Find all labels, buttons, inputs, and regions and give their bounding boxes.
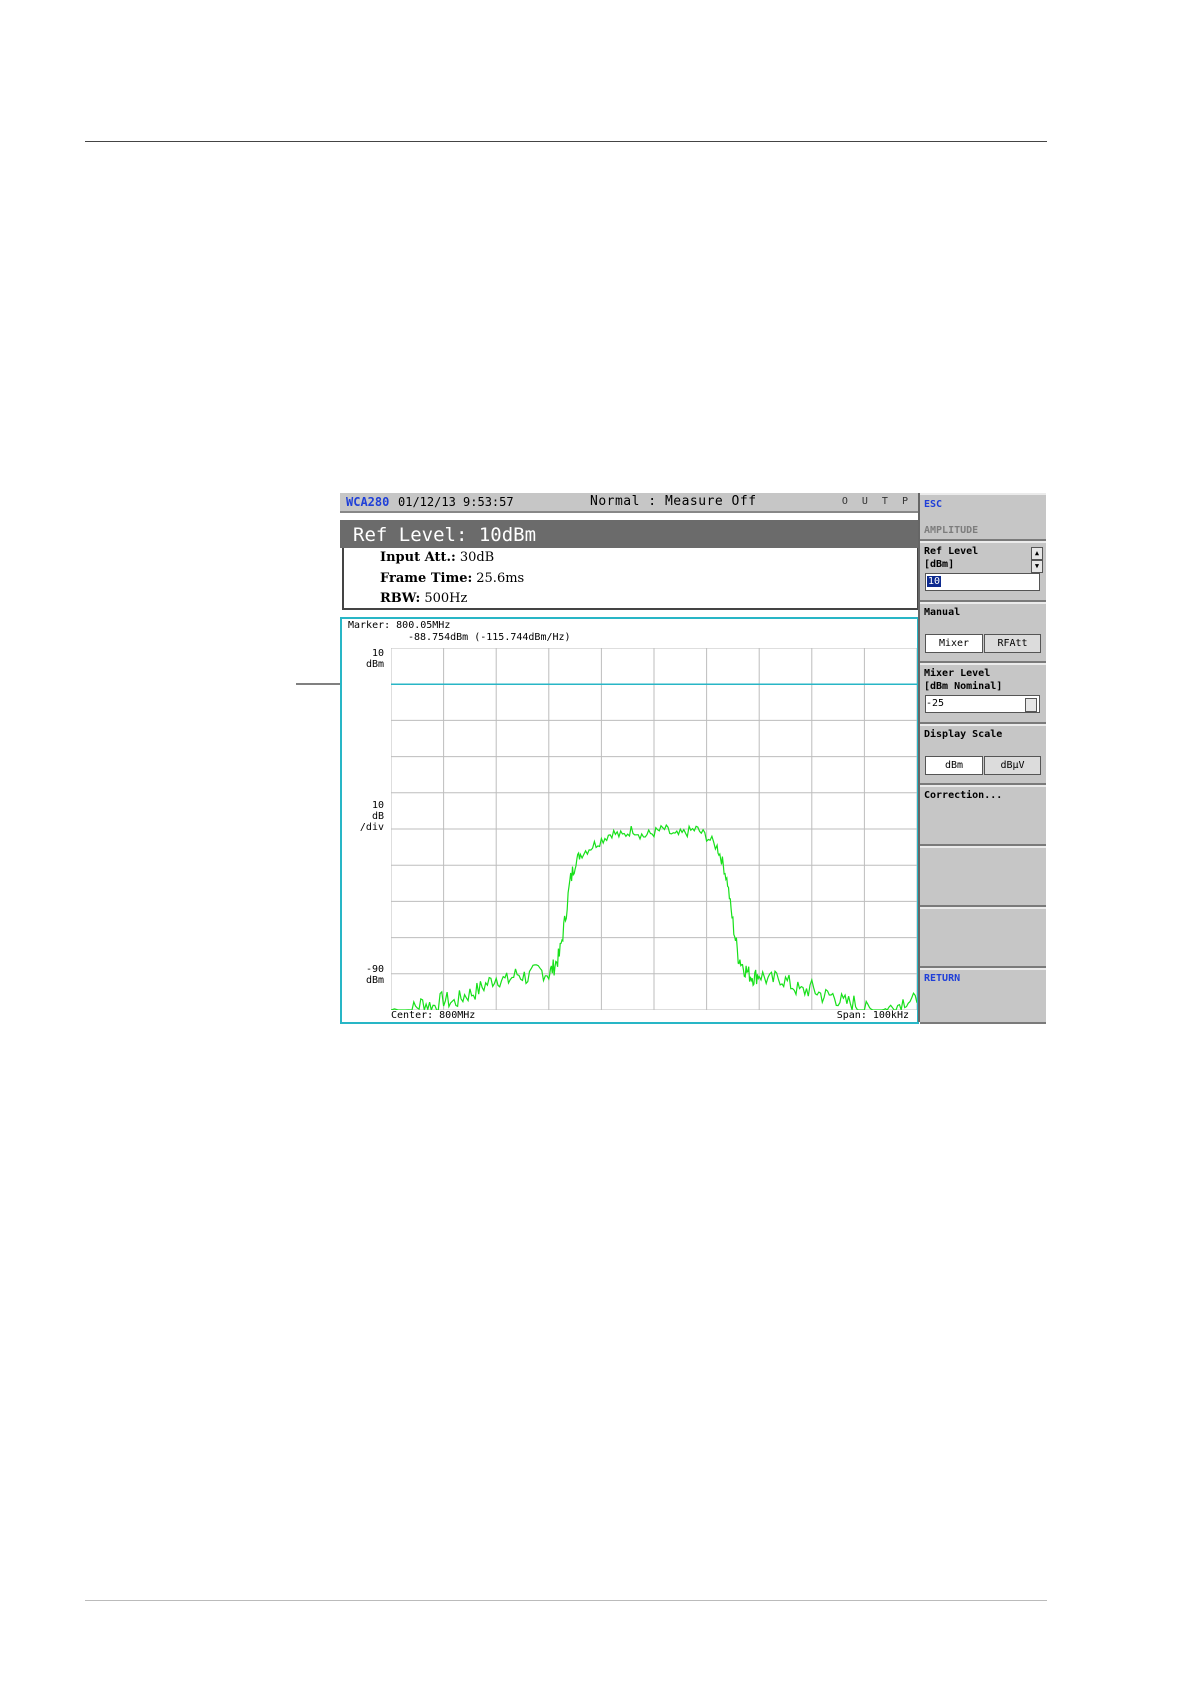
ref-level-readout: Ref Level: 10dBm — [353, 524, 537, 546]
param-label: RBW: — [380, 591, 421, 606]
param-label: Input Att.: — [380, 550, 456, 565]
mixer-button[interactable]: Mixer — [925, 634, 983, 653]
softkey-ref-level[interactable]: Ref Level [dBm] ▲ ▼ 10 — [920, 541, 1046, 602]
page-top-rule — [85, 141, 1047, 142]
mixer-level-unit: [dBm Nominal] — [924, 681, 1003, 692]
mixer-level-input[interactable]: -25 — [925, 695, 1040, 713]
spectrum-plot — [391, 648, 917, 1010]
esc-label: ESC — [924, 499, 943, 510]
softkey-esc[interactable]: ESC AMPLITUDE — [920, 493, 1046, 541]
marker-level: -88.754dBm (-115.744dBm/Hz) — [408, 632, 571, 643]
x-span-label: Span: 100kHz — [836, 1010, 909, 1021]
slider-handle-icon[interactable] — [1025, 698, 1037, 712]
marker-frequency: Marker: 800.05MHz — [348, 620, 451, 631]
display-scale-label: Display Scale — [924, 729, 1003, 740]
measure-mode: Normal : Measure Off — [590, 494, 757, 509]
y-bottom-unit: dBm — [365, 975, 384, 986]
y-top-value: 10 — [371, 648, 384, 659]
output-indicator: O U T P — [841, 496, 912, 507]
param-row-rbw: RBW: 500Hz — [380, 591, 467, 606]
menu-title: AMPLITUDE — [924, 525, 979, 536]
param-value: 25.6ms — [476, 571, 525, 586]
y-scale-per: /div — [359, 822, 384, 833]
app-name: WCA280 — [346, 495, 390, 509]
side-menu: ESC AMPLITUDE Ref Level [dBm] ▲ ▼ 10 Man… — [918, 493, 1046, 1024]
softkey-manual: Manual Mixer RFAtt — [920, 602, 1046, 663]
param-label: Frame Time: — [380, 571, 473, 586]
y-axis-scale-label: 10 dB /div — [344, 800, 384, 833]
param-value: 500Hz — [424, 591, 468, 606]
ref-level-unit: [dBm] — [924, 559, 955, 570]
dbm-button[interactable]: dBm — [925, 756, 983, 775]
ref-level-value: 10 — [927, 576, 942, 587]
param-value: 30dB — [459, 550, 495, 565]
ref-level-input[interactable]: 10 — [925, 573, 1040, 591]
rfatt-button[interactable]: RFAtt — [984, 634, 1041, 653]
y-axis-top-label: 10 dBm — [344, 648, 384, 670]
y-top-unit: dBm — [365, 659, 384, 670]
ref-level-banner: Ref Level: 10dBm — [340, 520, 918, 548]
mixer-level-value: -25 — [926, 698, 945, 709]
mixer-level-label: Mixer Level — [924, 668, 991, 679]
manual-label: Manual — [924, 607, 961, 618]
y-scale-value: 10 — [371, 800, 384, 811]
analyzer-screen: WCA280 01/12/13 9:53:57 Normal : Measure… — [340, 493, 1046, 1024]
softkey-correction[interactable]: Correction... — [920, 785, 1046, 846]
softkey-mixer-level[interactable]: Mixer Level [dBm Nominal] -25 — [920, 663, 1046, 724]
ref-level-label: Ref Level — [924, 546, 979, 557]
softkey-blank-1[interactable] — [920, 846, 1046, 907]
y-bottom-value: -90 — [365, 964, 384, 975]
spectrum-graph[interactable]: Marker: 800.05MHz -88.754dBm (-115.744dB… — [340, 617, 919, 1024]
param-row-input-att: Input Att.: 30dB — [380, 550, 494, 565]
softkey-display-scale: Display Scale dBm dBµV — [920, 724, 1046, 785]
softkey-blank-2[interactable] — [920, 907, 1046, 968]
y-axis-bottom-label: -90 dBm — [344, 964, 384, 986]
y-scale-unit: dB — [371, 811, 384, 822]
spin-up-icon[interactable]: ▲ — [1031, 547, 1043, 560]
status-bar: WCA280 01/12/13 9:53:57 Normal : Measure… — [340, 493, 918, 513]
datetime: 01/12/13 9:53:57 — [398, 495, 514, 509]
param-row-frame-time: Frame Time: 25.6ms — [380, 571, 524, 586]
page-bottom-rule — [85, 1600, 1047, 1601]
parameter-panel: Input Att.: 30dB Frame Time: 25.6ms RBW: 50… — [342, 548, 919, 610]
dbuv-button[interactable]: dBµV — [984, 756, 1041, 775]
softkey-return[interactable]: RETURN — [920, 968, 1046, 1024]
spin-down-icon[interactable]: ▼ — [1031, 560, 1043, 573]
return-label: RETURN — [924, 973, 961, 984]
x-center-label: Center: 800MHz — [391, 1010, 476, 1021]
correction-label: Correction... — [924, 790, 1003, 801]
